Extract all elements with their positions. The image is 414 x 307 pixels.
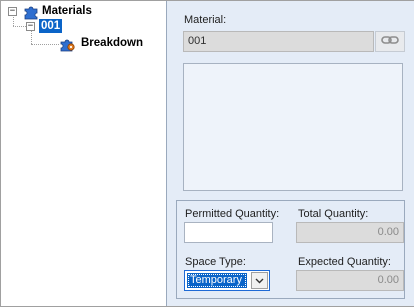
tree-collapse-toggle-materials[interactable]: − — [8, 7, 17, 16]
link-icon — [381, 34, 399, 49]
tree-node-001[interactable]: 001 — [39, 19, 63, 33]
expected-quantity-label: Expected Quantity: — [298, 256, 391, 268]
space-type-select[interactable]: Temporary — [184, 270, 270, 291]
total-quantity-field[interactable]: 0.00 — [296, 222, 404, 243]
tree-connector — [31, 31, 32, 44]
tree-connector — [13, 26, 26, 27]
link-button[interactable] — [375, 31, 405, 52]
tree-collapse-toggle-001[interactable]: − — [26, 22, 35, 31]
material-field[interactable]: 001 — [183, 31, 374, 52]
window-frame: − Materials − 001 Breakdown Material: 00… — [0, 0, 414, 307]
tree-node-materials[interactable]: Materials — [42, 5, 92, 17]
space-type-value: Temporary — [187, 273, 247, 288]
gear-puzzle-icon — [60, 36, 76, 52]
space-type-label: Space Type: — [185, 256, 246, 268]
tree-connector — [13, 17, 14, 26]
quantity-group: Permitted Quantity: Total Quantity: 0.00… — [176, 200, 405, 299]
puzzle-icon — [23, 4, 39, 20]
expected-quantity-field[interactable]: 0.00 — [296, 270, 404, 291]
tree-connector — [31, 44, 59, 45]
chevron-down-icon[interactable] — [251, 272, 268, 289]
materials-tree[interactable]: − Materials − 001 Breakdown — [1, 1, 166, 306]
material-label: Material: — [184, 14, 227, 26]
detail-pane: Material: 001 Permitted Quantity: Total … — [166, 1, 414, 306]
permitted-quantity-label: Permitted Quantity: — [185, 208, 280, 220]
permitted-quantity-input[interactable] — [184, 222, 273, 243]
tree-node-breakdown[interactable]: Breakdown — [81, 37, 143, 49]
material-preview-area — [183, 63, 403, 191]
total-quantity-label: Total Quantity: — [298, 208, 369, 220]
